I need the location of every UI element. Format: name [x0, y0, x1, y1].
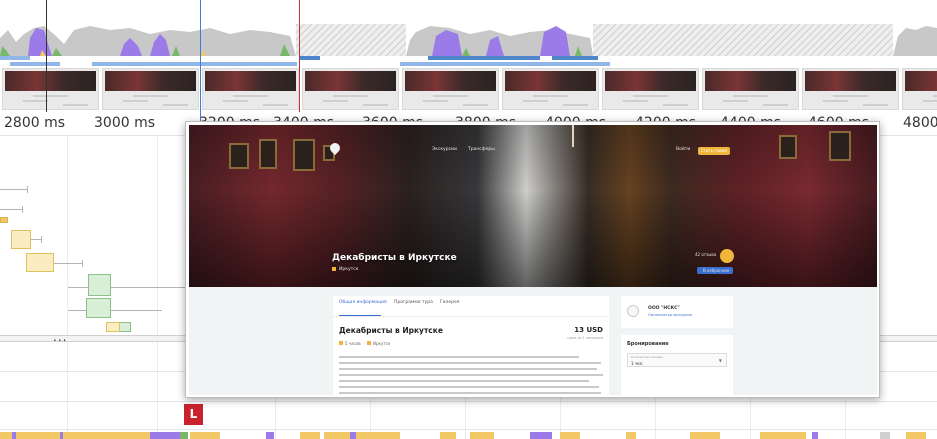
description-line	[339, 392, 601, 394]
track-divider	[0, 401, 937, 402]
filmstrip-frame[interactable]	[702, 68, 799, 110]
filmstrip-frame[interactable]	[602, 68, 699, 110]
flame-task[interactable]	[106, 322, 120, 332]
flame-task[interactable]	[26, 253, 54, 272]
task-whisker	[27, 186, 28, 193]
tab-gallery[interactable]: Галерея	[440, 300, 459, 305]
tour-city: Иркутск	[373, 341, 391, 346]
chevron-down-icon: ▼	[718, 358, 722, 363]
network-request-bar[interactable]	[92, 62, 297, 66]
hero-title: Декабристы в Иркутске	[332, 253, 457, 263]
location-pin-icon	[367, 341, 371, 345]
description-line	[339, 368, 597, 370]
select-value: 1 чел.	[631, 361, 644, 366]
hover-cursor-line[interactable]	[200, 0, 201, 140]
organizer-role: Организатор экскурсии	[648, 313, 692, 317]
network-request-bar[interactable]	[0, 56, 30, 60]
page-content: Общая информация Программа тура Галерея …	[189, 287, 877, 395]
filmstrip-frame[interactable]	[902, 68, 937, 110]
task-whisker	[22, 206, 23, 213]
booking-card: Бронирование Количество человек 1 чел. ▼	[621, 335, 733, 395]
ruler-tick-label: 2800 ms	[4, 115, 66, 131]
painting	[779, 135, 797, 159]
organizer-card[interactable]: ООО "НСКС" Организатор экскурсии	[621, 296, 733, 328]
screenshot-filmstrip[interactable]	[0, 68, 937, 110]
tour-duration: 5 часов	[345, 341, 361, 346]
description-line	[339, 380, 589, 382]
task-whisker	[0, 189, 27, 190]
filmstrip-frame[interactable]	[802, 68, 899, 110]
flame-task[interactable]	[11, 230, 31, 249]
become-guide-button[interactable]: Стать гидом	[698, 147, 730, 155]
flame-task[interactable]	[88, 274, 111, 296]
organizer-avatar	[627, 305, 639, 317]
description-line	[339, 362, 601, 364]
painting	[259, 139, 277, 169]
ruler-tick-label: 4800	[903, 115, 937, 131]
nav-link-login[interactable]: Войти	[676, 147, 690, 152]
selection-end-line[interactable]	[299, 0, 300, 112]
description-line	[339, 374, 603, 376]
task-whisker	[0, 209, 22, 210]
track-divider	[0, 429, 937, 430]
hero-location: Иркутск	[339, 267, 359, 272]
tour-title: Декабристы в Иркутске	[339, 326, 443, 335]
chandelier	[572, 125, 574, 147]
nav-link-transfers[interactable]: Трансферы	[468, 147, 495, 152]
painting	[829, 131, 851, 161]
task-whisker	[41, 236, 42, 243]
task-whisker	[68, 287, 186, 288]
filmstrip-frame[interactable]	[2, 68, 99, 110]
task-whisker	[54, 263, 82, 264]
location-pin-icon	[332, 267, 336, 271]
tour-price-note: цена за 1 человека	[567, 336, 603, 340]
filmstrip-frame[interactable]	[502, 68, 599, 110]
organizer-name: ООО "НСКС"	[648, 306, 680, 311]
tab-program[interactable]: Программа тура	[394, 300, 433, 305]
timeline-overview[interactable]	[0, 0, 937, 112]
flame-task[interactable]	[86, 298, 111, 318]
people-count-select[interactable]: Количество человек 1 чел. ▼	[627, 353, 727, 367]
nav-link-tours[interactable]: Экскурсии	[432, 147, 457, 152]
load-event-marker[interactable]: L	[184, 404, 203, 425]
guide-avatar[interactable]	[720, 249, 734, 263]
clock-icon	[339, 341, 343, 345]
page-hero-image: Экскурсии Трансферы Войти Стать гидом Де…	[189, 125, 877, 287]
tab-divider	[333, 316, 609, 317]
network-request-bar[interactable]	[552, 56, 598, 60]
flame-task[interactable]	[0, 217, 8, 223]
network-request-bar[interactable]	[400, 62, 610, 66]
cpu-activity-graph	[0, 24, 937, 56]
ruler-tick-label: 3000 ms	[94, 115, 156, 131]
description-line	[339, 386, 599, 388]
network-request-bar[interactable]	[10, 62, 60, 66]
booking-title: Бронирование	[627, 341, 669, 347]
task-whisker	[68, 310, 162, 311]
favorite-button[interactable]: В избранное	[697, 267, 733, 274]
frame-screenshot-popover: Экскурсии Трансферы Войти Стать гидом Де…	[185, 121, 880, 398]
hero-rating: 42 отзыва	[695, 252, 717, 257]
tab-general-info[interactable]: Общая информация	[339, 300, 387, 305]
filmstrip-frame[interactable]	[302, 68, 399, 110]
network-request-bar[interactable]	[300, 56, 320, 60]
frame-marker-line	[46, 0, 47, 112]
task-whisker	[31, 239, 41, 240]
activity-strip	[0, 432, 937, 439]
select-label: Количество человек	[631, 355, 664, 359]
description-line	[339, 356, 579, 358]
painting	[293, 139, 315, 171]
filmstrip-frame[interactable]	[102, 68, 199, 110]
splitter-handle[interactable]: ...	[53, 330, 67, 344]
network-request-bar[interactable]	[428, 56, 540, 60]
performance-panel: 2800 ms 3000 ms 3200 ms 3400 ms 3600 ms …	[0, 0, 937, 439]
task-whisker	[82, 260, 83, 267]
tour-price: 13 USD	[574, 326, 603, 334]
tour-card: Общая информация Программа тура Галерея …	[333, 296, 609, 395]
painting	[229, 143, 249, 169]
filmstrip-frame[interactable]	[202, 68, 299, 110]
filmstrip-frame[interactable]	[402, 68, 499, 110]
